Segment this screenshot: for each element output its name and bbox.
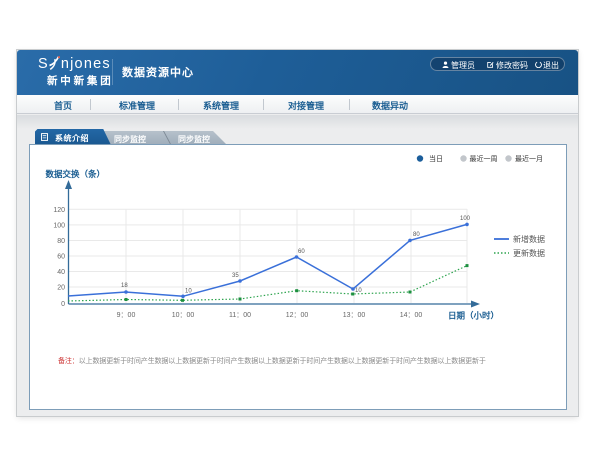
svg-text:20: 20 <box>57 285 65 292</box>
svg-text:11：00: 11：00 <box>229 312 251 319</box>
svg-text:10: 10 <box>185 289 192 295</box>
svg-text:10: 10 <box>355 288 362 294</box>
svg-text:新增数据: 新增数据 <box>513 234 545 244</box>
svg-text:60: 60 <box>298 249 305 255</box>
svg-text:最近一周: 最近一周 <box>470 154 498 163</box>
svg-text:10：00: 10：00 <box>172 312 195 319</box>
svg-text:80: 80 <box>57 238 65 245</box>
svg-text:0: 0 <box>61 301 65 308</box>
svg-text:最近一月: 最近一月 <box>515 154 543 163</box>
svg-text:13：00: 13：00 <box>343 312 366 319</box>
svg-text:14：00: 14：00 <box>400 312 423 319</box>
svg-text:100: 100 <box>53 222 65 229</box>
svg-text:120: 120 <box>53 207 65 214</box>
svg-text:9：00: 9：00 <box>117 312 136 319</box>
svg-text:更新数据: 更新数据 <box>513 248 545 258</box>
svg-text:80: 80 <box>413 232 420 238</box>
svg-text:35: 35 <box>232 273 239 279</box>
svg-text:60: 60 <box>57 254 65 261</box>
svg-text:数据交换（条）: 数据交换（条） <box>46 169 106 179</box>
svg-text:12：00: 12：00 <box>286 312 309 319</box>
svg-text:当日: 当日 <box>429 154 443 163</box>
svg-text:40: 40 <box>57 269 65 276</box>
svg-text:日期（小时）: 日期（小时） <box>448 311 499 321</box>
svg-text:100: 100 <box>460 216 471 222</box>
svg-text:18: 18 <box>121 283 128 289</box>
